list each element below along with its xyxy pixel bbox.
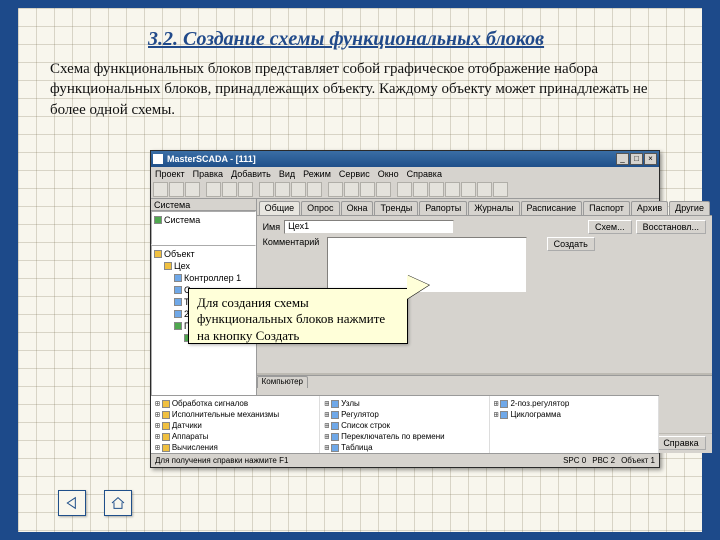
library-col[interactable]: ⊞2-поз.регулятор ⊞Циклограмма — [490, 396, 659, 453]
menu-view[interactable]: Вид — [279, 169, 295, 179]
item-icon — [174, 274, 182, 282]
folder-icon — [162, 422, 170, 430]
item-icon — [174, 322, 182, 330]
tab-other[interactable]: Другие — [669, 201, 710, 215]
toolbar-btn[interactable] — [493, 182, 508, 197]
comment-label: Комментарий — [263, 237, 323, 247]
folder-icon — [162, 444, 170, 452]
folder-icon — [162, 433, 170, 441]
item-icon — [174, 310, 182, 318]
toolbar-btn[interactable] — [328, 182, 343, 197]
item-icon — [331, 433, 339, 441]
toolbar-btn[interactable] — [413, 182, 428, 197]
status-cell: SPC 0 — [563, 456, 586, 465]
titlebar: MasterSCADA - [111] _ □ × — [151, 151, 659, 167]
toolbar — [151, 181, 659, 199]
toolbar-btn[interactable] — [360, 182, 375, 197]
toolbar-btn[interactable] — [275, 182, 290, 197]
menu-add[interactable]: Добавить — [231, 169, 271, 179]
toolbar-btn[interactable] — [397, 182, 412, 197]
toolbar-btn[interactable] — [307, 182, 322, 197]
nav-home-button[interactable] — [104, 490, 132, 516]
status-cell: Объект 1 — [621, 456, 655, 465]
toolbar-btn[interactable] — [222, 182, 237, 197]
restore-button[interactable]: Восстановл... — [636, 220, 706, 234]
slide-canvas: 3.2. Создание схемы функциональных блоко… — [18, 8, 702, 532]
status-cell: РВС 2 — [592, 456, 615, 465]
toolbar-btn[interactable] — [477, 182, 492, 197]
library-col[interactable]: ⊞Обработка сигналов ⊞Исполнительные меха… — [151, 396, 320, 453]
name-field[interactable]: Цех1 — [284, 220, 454, 234]
slide-nav — [58, 490, 132, 516]
create-button[interactable]: Создать — [547, 237, 595, 251]
menu-project[interactable]: Проект — [155, 169, 185, 179]
triangle-left-icon — [64, 495, 80, 511]
menu-service[interactable]: Сервис — [339, 169, 370, 179]
toolbar-btn[interactable] — [153, 182, 168, 197]
nav-back-button[interactable] — [58, 490, 86, 516]
toolbar-btn[interactable] — [461, 182, 476, 197]
item-icon — [500, 400, 508, 408]
item-icon — [500, 411, 508, 419]
tab-reports[interactable]: Рапорты — [419, 201, 467, 215]
menu-help[interactable]: Справка — [407, 169, 442, 179]
library-strip: ⊞Обработка сигналов ⊞Исполнительные меха… — [151, 395, 659, 453]
menu-mode[interactable]: Режим — [303, 169, 331, 179]
menubar: Проект Правка Добавить Вид Режим Сервис … — [151, 167, 659, 181]
item-icon — [174, 286, 182, 294]
callout-tooltip: Для создания схемы функциональных блоков… — [188, 288, 408, 344]
toolbar-btn[interactable] — [376, 182, 391, 197]
scheme-button[interactable]: Схем... — [588, 220, 632, 234]
folder-icon — [162, 411, 170, 419]
toolbar-btn[interactable] — [206, 182, 221, 197]
toolbar-btn[interactable] — [445, 182, 460, 197]
toolbar-btn[interactable] — [291, 182, 306, 197]
window-title: MasterSCADA - [111] — [167, 154, 616, 164]
tab-general[interactable]: Общие — [259, 201, 301, 215]
item-icon — [331, 411, 339, 419]
tab-trends[interactable]: Тренды — [374, 201, 418, 215]
close-button[interactable]: × — [644, 153, 657, 165]
toolbar-btn[interactable] — [238, 182, 253, 197]
menu-window[interactable]: Окно — [378, 169, 399, 179]
maximize-button[interactable]: □ — [630, 153, 643, 165]
name-label: Имя — [263, 222, 281, 232]
statusbar: Для получения справки нажмите F1 SPC 0 Р… — [151, 453, 659, 467]
folder-icon — [154, 250, 162, 258]
item-icon — [331, 400, 339, 408]
item-icon — [331, 422, 339, 430]
system-icon — [154, 216, 162, 224]
toolbar-btn[interactable] — [259, 182, 274, 197]
status-help: Для получения справки нажмите F1 — [155, 456, 288, 465]
toolbar-btn[interactable] — [344, 182, 359, 197]
folder-icon — [162, 400, 170, 408]
toolbar-btn[interactable] — [429, 182, 444, 197]
minimize-button[interactable]: _ — [616, 153, 629, 165]
library-col[interactable]: ⊞Узлы ⊞Регулятор ⊞Список строк ⊞Переключ… — [320, 396, 489, 453]
system-tree[interactable]: Система — [151, 211, 256, 245]
toolbar-btn[interactable] — [185, 182, 200, 197]
folder-icon — [164, 262, 172, 270]
tab-passport[interactable]: Паспорт — [583, 201, 630, 215]
item-icon — [174, 298, 182, 306]
tab-poll[interactable]: Опрос — [301, 201, 339, 215]
tab-journals[interactable]: Журналы — [468, 201, 519, 215]
callout-text: Для создания схемы функциональных блоков… — [197, 295, 385, 343]
property-tabs: Общие Опрос Окна Тренды Рапорты Журналы … — [257, 199, 712, 215]
lower-tab-computer[interactable]: Компьютер — [257, 376, 308, 388]
item-icon — [331, 444, 339, 452]
tab-schedule[interactable]: Расписание — [521, 201, 583, 215]
app-icon — [153, 154, 163, 164]
help-button[interactable]: Справка — [656, 436, 706, 450]
home-icon — [110, 495, 126, 511]
slide-paragraph: Схема функциональных блоков представляет… — [50, 59, 670, 120]
tab-windows[interactable]: Окна — [341, 201, 374, 215]
tab-archive[interactable]: Архив — [631, 201, 668, 215]
menu-edit[interactable]: Правка — [193, 169, 223, 179]
slide-title: 3.2. Создание схемы функциональных блоко… — [148, 28, 702, 51]
toolbar-btn[interactable] — [169, 182, 184, 197]
system-header: Система — [151, 199, 256, 211]
